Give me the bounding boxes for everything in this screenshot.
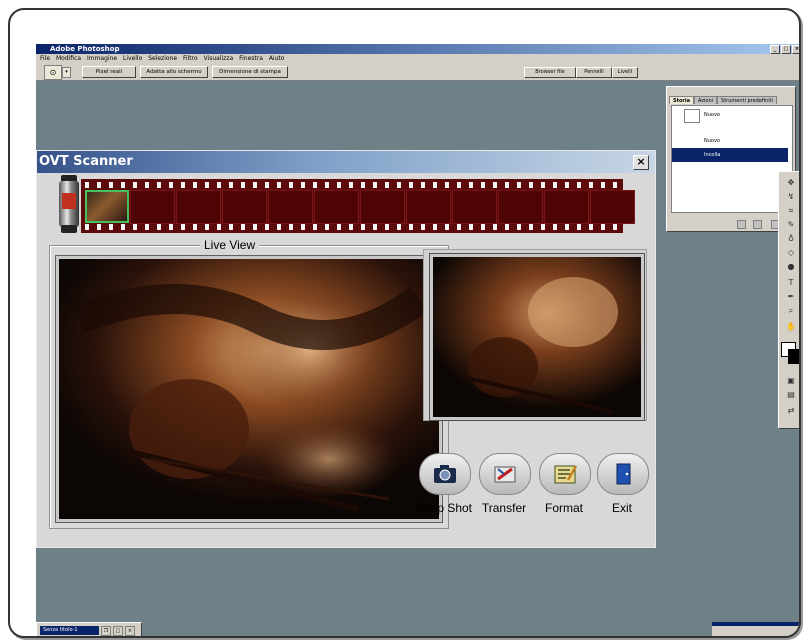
text-tool-icon[interactable]: T bbox=[781, 278, 799, 287]
film-frame-selected[interactable] bbox=[85, 190, 129, 223]
film-canister-icon bbox=[57, 175, 81, 235]
brush-tool-icon[interactable]: ✎ bbox=[781, 220, 799, 229]
screen-mode-icon[interactable]: ▤ bbox=[781, 390, 799, 399]
screenshot-frame: Adobe Photoshop _ □ × File Modifica Imma… bbox=[8, 8, 801, 638]
history-panel: Storia Azioni Strumenti predefiniti Nuov… bbox=[666, 86, 796, 232]
jump-to-imageready-icon[interactable]: ⇄ bbox=[781, 406, 799, 415]
film-frame[interactable] bbox=[452, 190, 497, 224]
film-frame[interactable] bbox=[130, 190, 175, 224]
palette-tab-layers[interactable]: Livelli bbox=[612, 67, 638, 78]
new-document-icon[interactable] bbox=[737, 220, 746, 229]
format-button[interactable] bbox=[539, 453, 591, 495]
menu-file[interactable]: File bbox=[40, 55, 50, 62]
eraser-tool-icon[interactable]: ◇ bbox=[781, 248, 799, 257]
quick-mask-icon[interactable]: ▣ bbox=[781, 376, 799, 385]
toolbox: ✥ ↯ ⌗ ✎ ♁ ◇ ● T ✒ ⌕ ✋ ▣ ▤ ⇄ bbox=[778, 171, 799, 429]
menu-filtro[interactable]: Filtro bbox=[183, 55, 198, 62]
transfer-button[interactable] bbox=[479, 453, 531, 495]
live-view-label: Live View bbox=[200, 238, 260, 252]
photoshop-titlebar: Adobe Photoshop _ □ × bbox=[36, 44, 799, 54]
exit-label: Exit bbox=[611, 501, 632, 515]
tab-actions[interactable]: Azioni bbox=[693, 96, 718, 104]
ovt-titlebar: OVT Scanner × bbox=[37, 151, 655, 173]
tab-history[interactable]: Storia bbox=[669, 96, 694, 104]
menu-immagine[interactable]: Immagine bbox=[87, 55, 117, 62]
menu-modifica[interactable]: Modifica bbox=[56, 55, 81, 62]
eyedropper-tool-icon[interactable]: ⌕ bbox=[781, 306, 799, 315]
crop-tool-icon[interactable]: ⌗ bbox=[781, 206, 799, 215]
hand-tool-icon[interactable]: ✋ bbox=[781, 322, 799, 331]
exit-button[interactable] bbox=[597, 453, 649, 495]
photoshop-title: Adobe Photoshop bbox=[50, 45, 120, 53]
palette-tab-browser[interactable]: Browser file bbox=[524, 67, 576, 78]
minimize-button[interactable]: _ bbox=[770, 45, 780, 54]
actual-pixels-button[interactable]: Pixel reali bbox=[82, 66, 136, 78]
format-icon bbox=[554, 465, 578, 484]
print-size-button[interactable]: Dimensione di stampa bbox=[212, 66, 288, 78]
new-snapshot-icon[interactable] bbox=[753, 220, 762, 229]
ovt-scanner-window: OVT Scanner × Live View Snap Shot Transf… bbox=[36, 150, 656, 548]
fit-screen-button[interactable]: Adatta allo schermo bbox=[140, 66, 208, 78]
close-button[interactable]: × bbox=[792, 45, 799, 54]
film-frame[interactable] bbox=[498, 190, 543, 224]
history-snapshot[interactable]: Nuovo bbox=[672, 108, 788, 124]
snapshot-preview-image bbox=[429, 253, 645, 421]
film-strip bbox=[81, 179, 635, 233]
restore-icon[interactable]: ❐ bbox=[101, 626, 111, 636]
film-frame[interactable] bbox=[590, 190, 635, 224]
film-frame[interactable] bbox=[268, 190, 313, 224]
transfer-icon bbox=[494, 466, 516, 483]
film-frame[interactable] bbox=[314, 190, 359, 224]
document-title: Senza titolo-1 bbox=[40, 626, 99, 635]
film-frame[interactable] bbox=[406, 190, 451, 224]
history-item-selected[interactable]: Incolla bbox=[672, 148, 788, 162]
ovt-close-button[interactable]: × bbox=[633, 155, 649, 170]
menu-selezione[interactable]: Selezione bbox=[148, 55, 177, 62]
film-frame[interactable] bbox=[544, 190, 589, 224]
menu-livello[interactable]: Livello bbox=[123, 55, 142, 62]
close-icon[interactable]: × bbox=[125, 626, 135, 636]
film-frame[interactable] bbox=[360, 190, 405, 224]
film-frame[interactable] bbox=[222, 190, 267, 224]
history-list: Nuovo Nuovo Incolla bbox=[671, 105, 793, 213]
snapshot-preview-group bbox=[423, 249, 647, 421]
exit-door-icon bbox=[616, 463, 631, 485]
chevron-down-icon[interactable]: ▾ bbox=[62, 67, 71, 78]
tab-tool-presets[interactable]: Strumenti predefiniti bbox=[717, 96, 777, 104]
move-tool-icon[interactable]: ✥ bbox=[781, 178, 799, 187]
live-view-image bbox=[55, 255, 443, 523]
pen-tool-icon[interactable]: ✒ bbox=[781, 292, 799, 301]
options-bar: ⊙ ▾ Pixel reali Adatta allo schermo Dime… bbox=[36, 63, 799, 81]
history-panel-header bbox=[667, 87, 795, 96]
live-view-group: Live View bbox=[49, 238, 449, 529]
palette-tab-brushes[interactable]: Pennelli bbox=[576, 67, 612, 78]
snapshot-thumbnail bbox=[684, 109, 700, 123]
stamp-tool-icon[interactable]: ♁ bbox=[781, 234, 799, 243]
lasso-tool-icon[interactable]: ↯ bbox=[781, 192, 799, 201]
camera-icon bbox=[434, 465, 456, 483]
menu-visualizza[interactable]: Visualizza bbox=[204, 55, 234, 62]
status-area bbox=[712, 622, 799, 636]
zoom-tool-icon[interactable]: ⊙ bbox=[44, 65, 62, 80]
minimized-document[interactable]: Senza titolo-1 ❐ □ × bbox=[36, 622, 142, 636]
dodge-tool-icon[interactable]: ● bbox=[781, 262, 799, 271]
history-item[interactable]: Nuovo bbox=[672, 134, 788, 148]
background-color-swatch[interactable] bbox=[788, 349, 799, 364]
film-frame[interactable] bbox=[176, 190, 221, 224]
ovt-title: OVT Scanner bbox=[39, 154, 133, 169]
snap-shot-button[interactable] bbox=[419, 453, 471, 495]
maximize-icon[interactable]: □ bbox=[113, 626, 123, 636]
photoshop-menubar: File Modifica Immagine Livello Selezione… bbox=[36, 54, 799, 63]
history-panel-footer bbox=[667, 217, 795, 231]
menu-finestra[interactable]: Finestra bbox=[239, 55, 263, 62]
maximize-button[interactable]: □ bbox=[781, 45, 791, 54]
menu-aiuto[interactable]: Aiuto bbox=[269, 55, 285, 62]
